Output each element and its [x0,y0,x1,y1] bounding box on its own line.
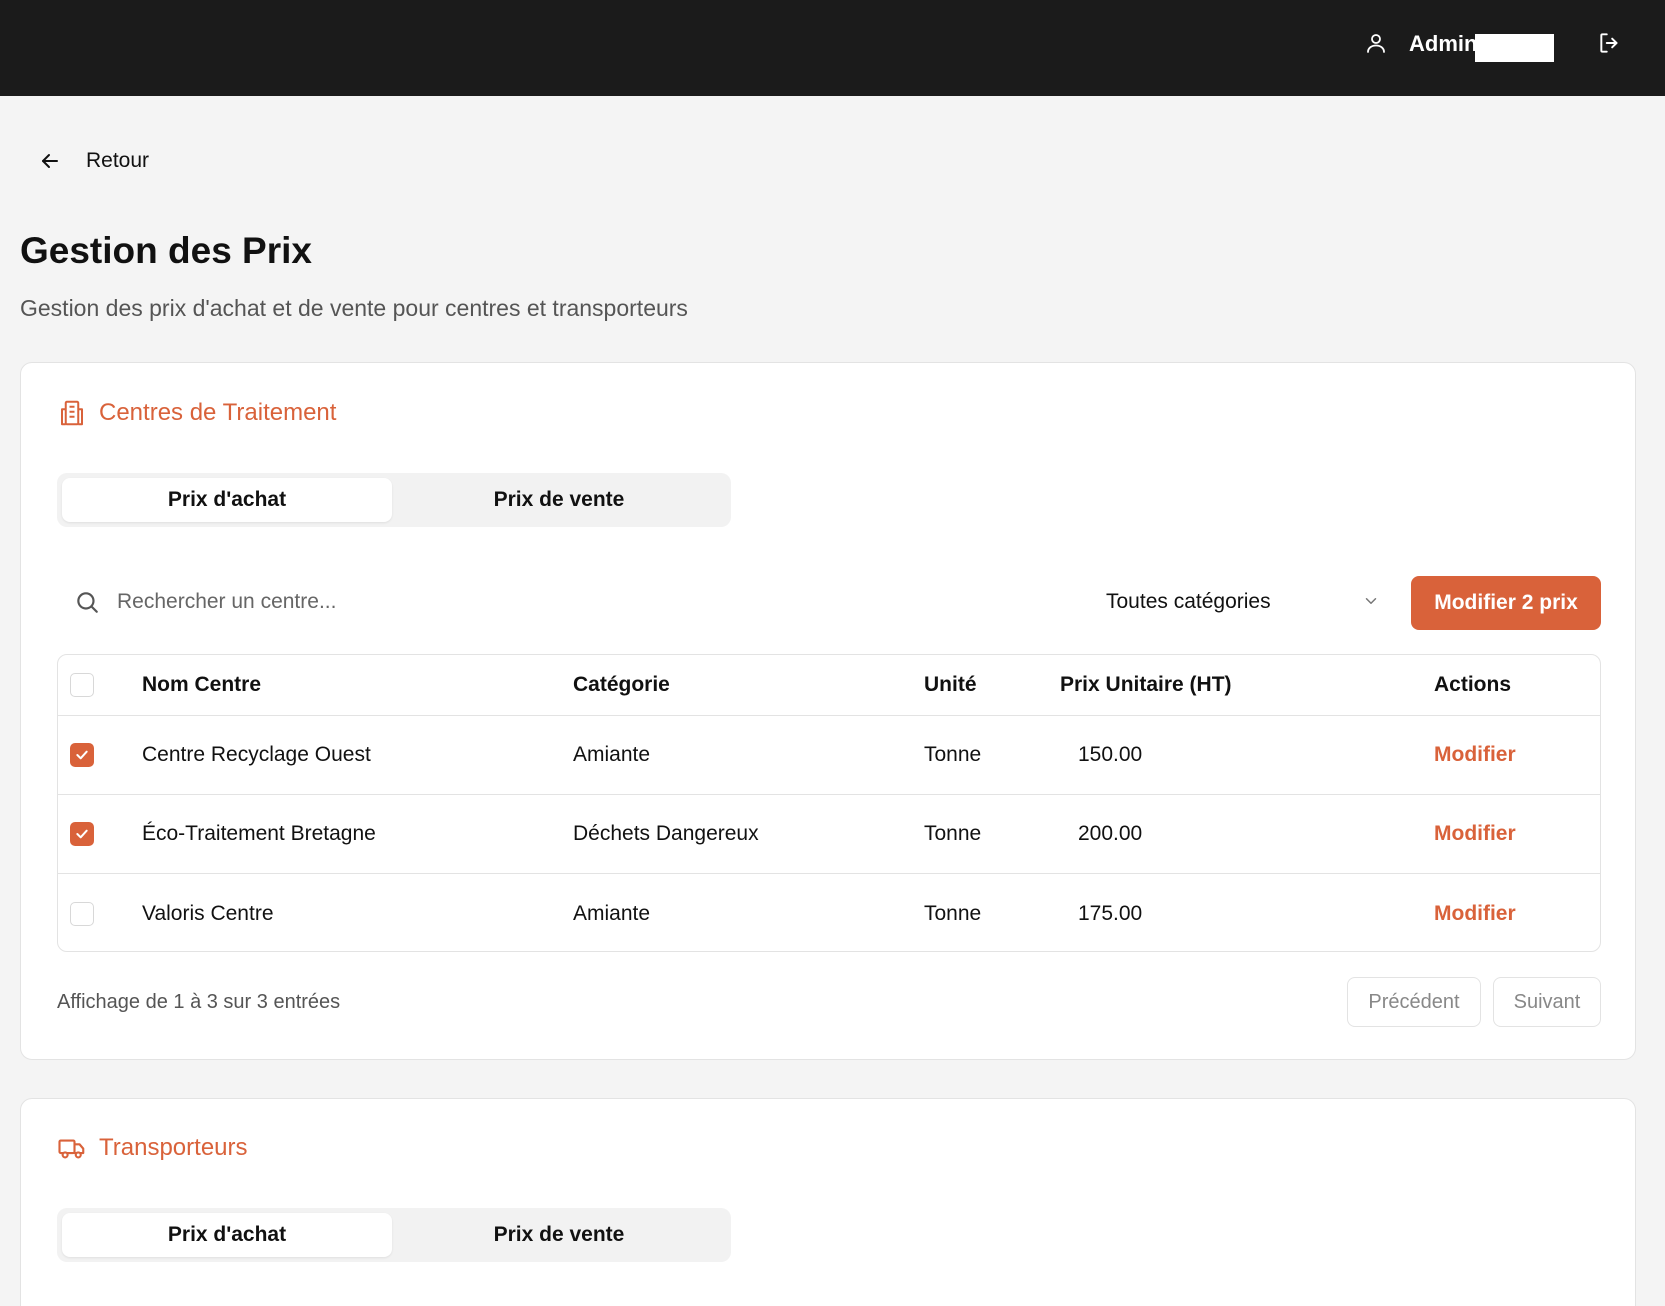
search-input[interactable] [117,590,817,614]
building-icon [61,400,83,426]
cell-category: Amiante [573,743,651,766]
cell-category: Déchets Dangereux [573,822,759,845]
back-label: Retour [86,149,150,172]
search-icon [77,592,98,613]
tab-prix-vente[interactable]: Prix de vente [394,478,724,522]
transporteurs-title: Transporteurs [99,1134,248,1161]
search-bar [57,575,857,629]
column-header: Actions [1434,673,1512,696]
cell-category: Amiante [573,901,651,925]
centres-title: Centres de Traitement [99,399,337,426]
cell-name: Centre Recyclage Ouest [142,743,371,766]
cell-price: 175.00 [1078,901,1143,925]
centres-tabs: Prix d'achat Prix de vente [57,473,731,527]
arrow-left-icon [42,154,58,168]
row-checkbox[interactable] [70,822,94,846]
tab-prix-achat[interactable]: Prix d'achat [62,1213,392,1257]
row-checkbox[interactable] [70,743,94,767]
redacted-user-block [1475,34,1554,62]
cell-name: Valoris Centre [142,901,274,925]
chevron-down-icon [1365,598,1377,604]
table-row: Éco-Traitement Bretagne Déchets Dangereu… [58,795,1600,874]
back-link[interactable]: Retour [38,146,149,176]
table-header-row: Nom Centre Catégorie Unité Prix Unitaire… [58,655,1600,716]
transporteurs-tabs: Prix d'achat Prix de vente [57,1208,731,1262]
previous-button[interactable]: Précédent [1347,977,1481,1027]
user-icon [1367,34,1385,53]
row-checkbox[interactable] [70,901,94,926]
tab-prix-vente[interactable]: Prix de vente [394,1213,724,1257]
bulk-edit-button[interactable]: Modifier 2 prix [1411,576,1601,630]
centres-card: Centres de Traitement Prix d'achat Prix … [20,362,1636,1060]
user-name: Admin [1409,31,1478,56]
centres-header: Centres de Traitement [57,396,336,430]
transporteurs-card: Transporteurs Prix d'achat Prix de vente [20,1098,1636,1306]
truck-icon [58,1139,85,1159]
logout-icon[interactable] [1597,30,1623,56]
cell-unit: Tonne [924,901,982,925]
cell-price: 200.00 [1078,822,1143,845]
column-header: Unité [924,673,977,696]
column-header: Catégorie [573,673,670,696]
check-icon [76,750,88,760]
top-bar: Admin [0,0,1665,96]
cell-unit: Tonne [924,822,982,845]
column-header: Prix Unitaire (HT) [1060,673,1232,696]
centres-table: Nom Centre Catégorie Unité Prix Unitaire… [57,654,1601,952]
next-button[interactable]: Suivant [1493,977,1601,1027]
table-row: Centre Recyclage Ouest Amiante Tonne 150… [58,716,1600,795]
page-title: Gestion des Prix [20,230,312,271]
cell-unit: Tonne [924,743,982,766]
edit-link[interactable]: Modifier [1434,716,1516,794]
edit-link[interactable]: Modifier [1434,795,1516,873]
column-header: Nom Centre [142,673,262,696]
edit-link[interactable]: Modifier [1434,874,1516,951]
cell-price: 150.00 [1078,743,1143,766]
table-row: Valoris Centre Amiante Tonne 175.00 Modi… [58,874,1600,951]
pagination-info: Affichage de 1 à 3 sur 3 entrées [57,991,341,1013]
tab-prix-achat[interactable]: Prix d'achat [62,478,392,522]
category-select[interactable]: Toutes catégories [1106,575,1386,629]
category-select-value: Toutes catégories [1106,590,1271,613]
check-icon [76,829,88,839]
transporteurs-header: Transporteurs [57,1131,248,1165]
page-subtitle: Gestion des prix d'achat et de vente pou… [20,295,688,321]
select-all-checkbox[interactable] [70,673,94,697]
cell-name: Éco-Traitement Bretagne [142,822,376,845]
